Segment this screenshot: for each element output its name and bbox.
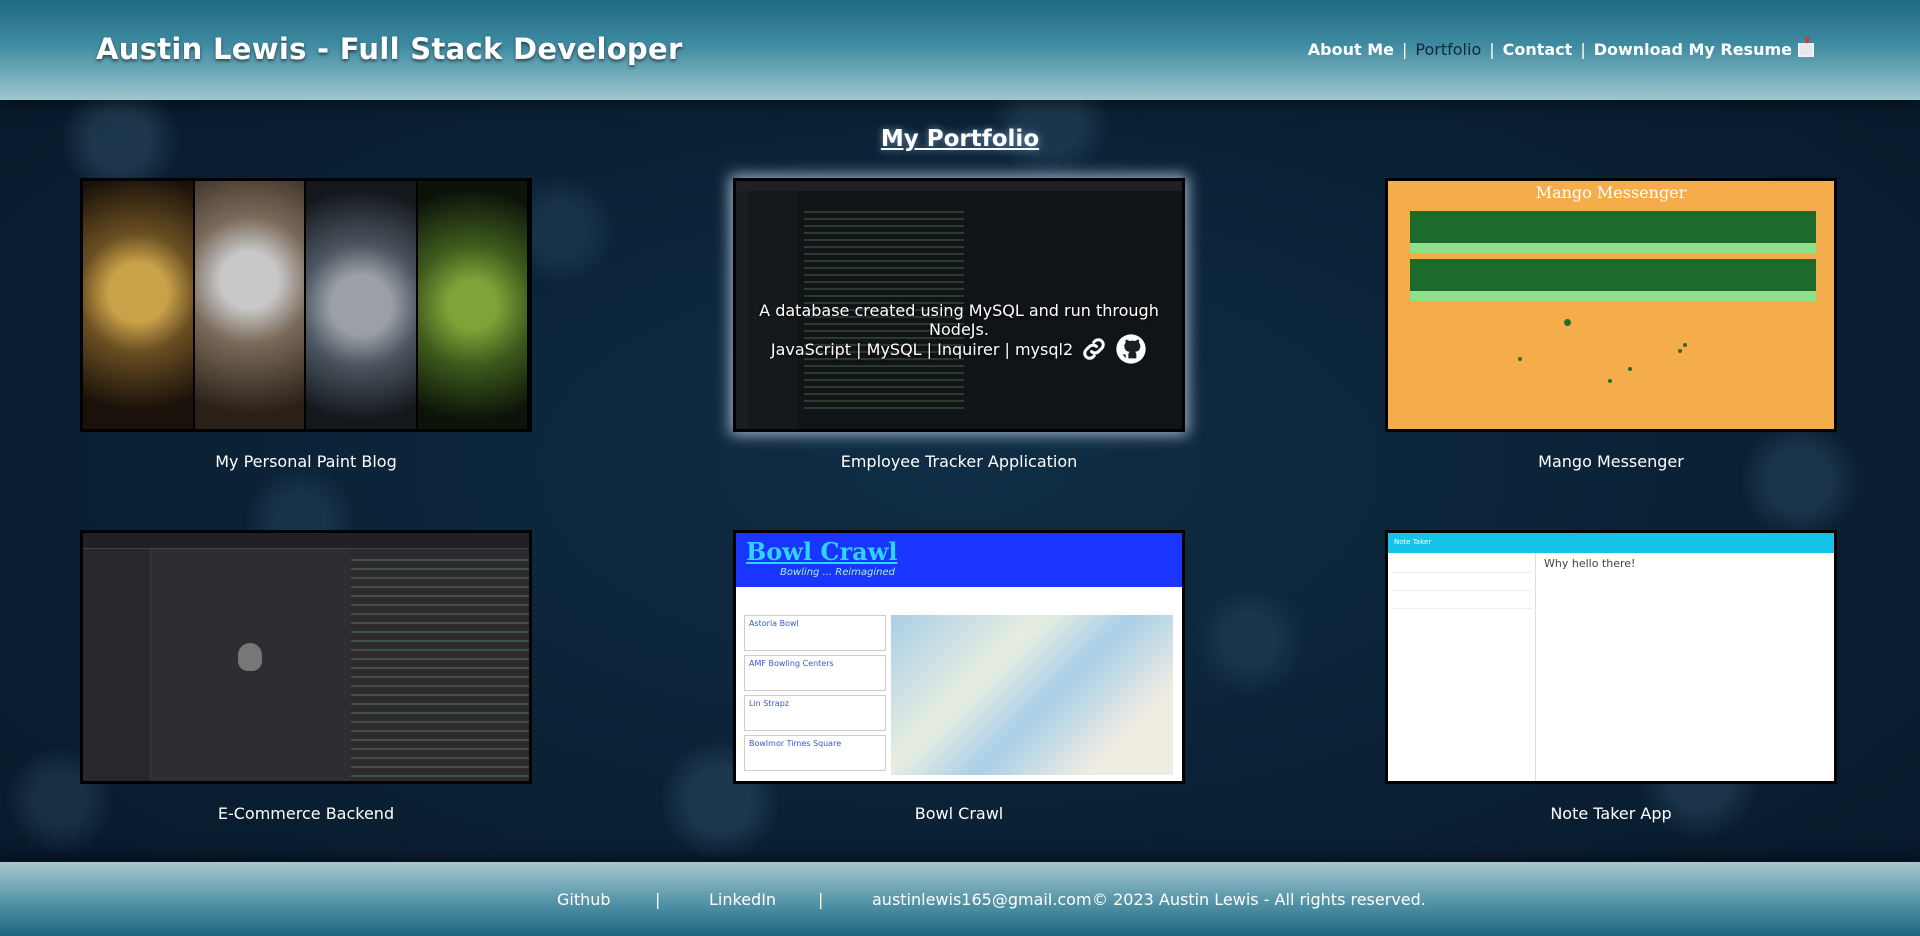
nav-separator: | <box>1489 40 1495 59</box>
register-panel <box>1410 259 1816 291</box>
venue-item: Astoria Bowl <box>744 615 886 651</box>
nav-contact[interactable]: Contact <box>1503 40 1573 59</box>
project-label-note-taker[interactable]: Note Taker App <box>1385 804 1837 823</box>
site-title: Austin Lewis - Full Stack Developer <box>96 32 683 66</box>
nav-separator: | <box>1580 40 1586 59</box>
bowl-crawl-subtitle: Bowling ... Reimagined <box>780 567 896 578</box>
mango-app-title: Mango Messenger <box>1535 183 1687 202</box>
footer-copyright: © 2023 Austin Lewis - All rights reserve… <box>1092 890 1426 909</box>
request-sidebar <box>83 549 151 781</box>
project-image-employee-tracker[interactable]: A database created using MySQL and run t… <box>733 178 1185 432</box>
download-resume-label: Download My Resume <box>1593 40 1792 59</box>
note-title: Why hello there! <box>1544 557 1636 570</box>
nav-portfolio[interactable]: Portfolio <box>1415 40 1481 59</box>
decoration-dot <box>1608 379 1612 383</box>
miniature-photo <box>417 181 529 429</box>
link-icon[interactable] <box>1079 334 1109 364</box>
decoration-dot <box>1564 319 1571 326</box>
miniature-photo <box>306 181 418 429</box>
site-header: Austin Lewis - Full Stack Developer Abou… <box>0 0 1920 100</box>
site-footer: Github | LinkedIn | austinlewis165@gmail… <box>0 862 1920 936</box>
main-nav: About Me | Portfolio | Contact | Downloa… <box>1308 37 1814 59</box>
footer-separator: | <box>655 890 661 909</box>
venue-item: Bowlmor Times Square <box>744 735 886 771</box>
app-toolbar <box>83 533 529 549</box>
nav-separator: | <box>1402 40 1408 59</box>
venue-item: AMF Bowling Centers <box>744 655 886 691</box>
decoration-dot <box>1683 343 1687 347</box>
project-tech-row: JavaScript | MySQL | Inquirer | mysql2 <box>736 333 1182 365</box>
login-strip <box>1410 243 1816 253</box>
project-label-paint-blog[interactable]: My Personal Paint Blog <box>80 452 532 471</box>
register-strip <box>1410 291 1816 301</box>
note-list-item <box>1392 595 1532 609</box>
project-label-mango-messenger[interactable]: Mango Messenger <box>1385 452 1837 471</box>
project-tech-list: JavaScript | MySQL | Inquirer | mysql2 <box>770 339 1074 359</box>
miniature-photo <box>194 181 306 429</box>
footer-github-link[interactable]: Github <box>557 890 611 909</box>
decoration-dot <box>1678 349 1682 353</box>
note-list-item <box>1392 577 1532 591</box>
footer-linkedin-link[interactable]: LinkedIn <box>709 890 776 909</box>
decoration-dot <box>1518 357 1522 361</box>
note-taker-navbar: Note Taker <box>1388 533 1834 553</box>
project-image-ecommerce-backend[interactable] <box>80 530 532 784</box>
nav-about-me[interactable]: About Me <box>1308 40 1394 59</box>
map-view <box>891 615 1173 775</box>
note-taker-brand: Note Taker <box>1394 538 1432 546</box>
login-panel <box>1410 211 1816 243</box>
bug-icon <box>238 643 262 671</box>
project-label-bowl-crawl[interactable]: Bowl Crawl <box>733 804 1185 823</box>
github-icon[interactable] <box>1115 333 1147 365</box>
footer-separator: | <box>818 890 824 909</box>
project-label-ecommerce-backend[interactable]: E-Commerce Backend <box>80 804 532 823</box>
miniature-photo <box>83 181 195 429</box>
footer-email-link[interactable]: austinlewis165@gmail.com <box>872 890 1092 909</box>
note-list-item <box>1392 559 1532 573</box>
venue-item: Lin Strapz <box>744 695 886 731</box>
note-list <box>1388 553 1536 781</box>
portfolio-heading: My Portfolio <box>880 126 1040 152</box>
project-image-mango-messenger[interactable]: Mango Messenger <box>1385 178 1837 432</box>
response-panel <box>351 559 529 779</box>
bowl-crawl-banner: Bowl Crawl Bowling ... Reimagined <box>736 533 1182 587</box>
project-image-paint-blog[interactable] <box>80 178 532 432</box>
project-image-note-taker[interactable]: Note Taker Why hello there! <box>1385 530 1837 784</box>
download-icon <box>1798 37 1814 57</box>
bowl-crawl-title: Bowl Crawl <box>746 537 898 566</box>
nav-download-resume[interactable]: Download My Resume <box>1593 37 1814 59</box>
project-label-employee-tracker[interactable]: Employee Tracker Application <box>733 452 1185 471</box>
project-image-bowl-crawl[interactable]: Bowl Crawl Bowling ... Reimagined Astori… <box>733 530 1185 784</box>
decoration-dot <box>1628 367 1632 371</box>
